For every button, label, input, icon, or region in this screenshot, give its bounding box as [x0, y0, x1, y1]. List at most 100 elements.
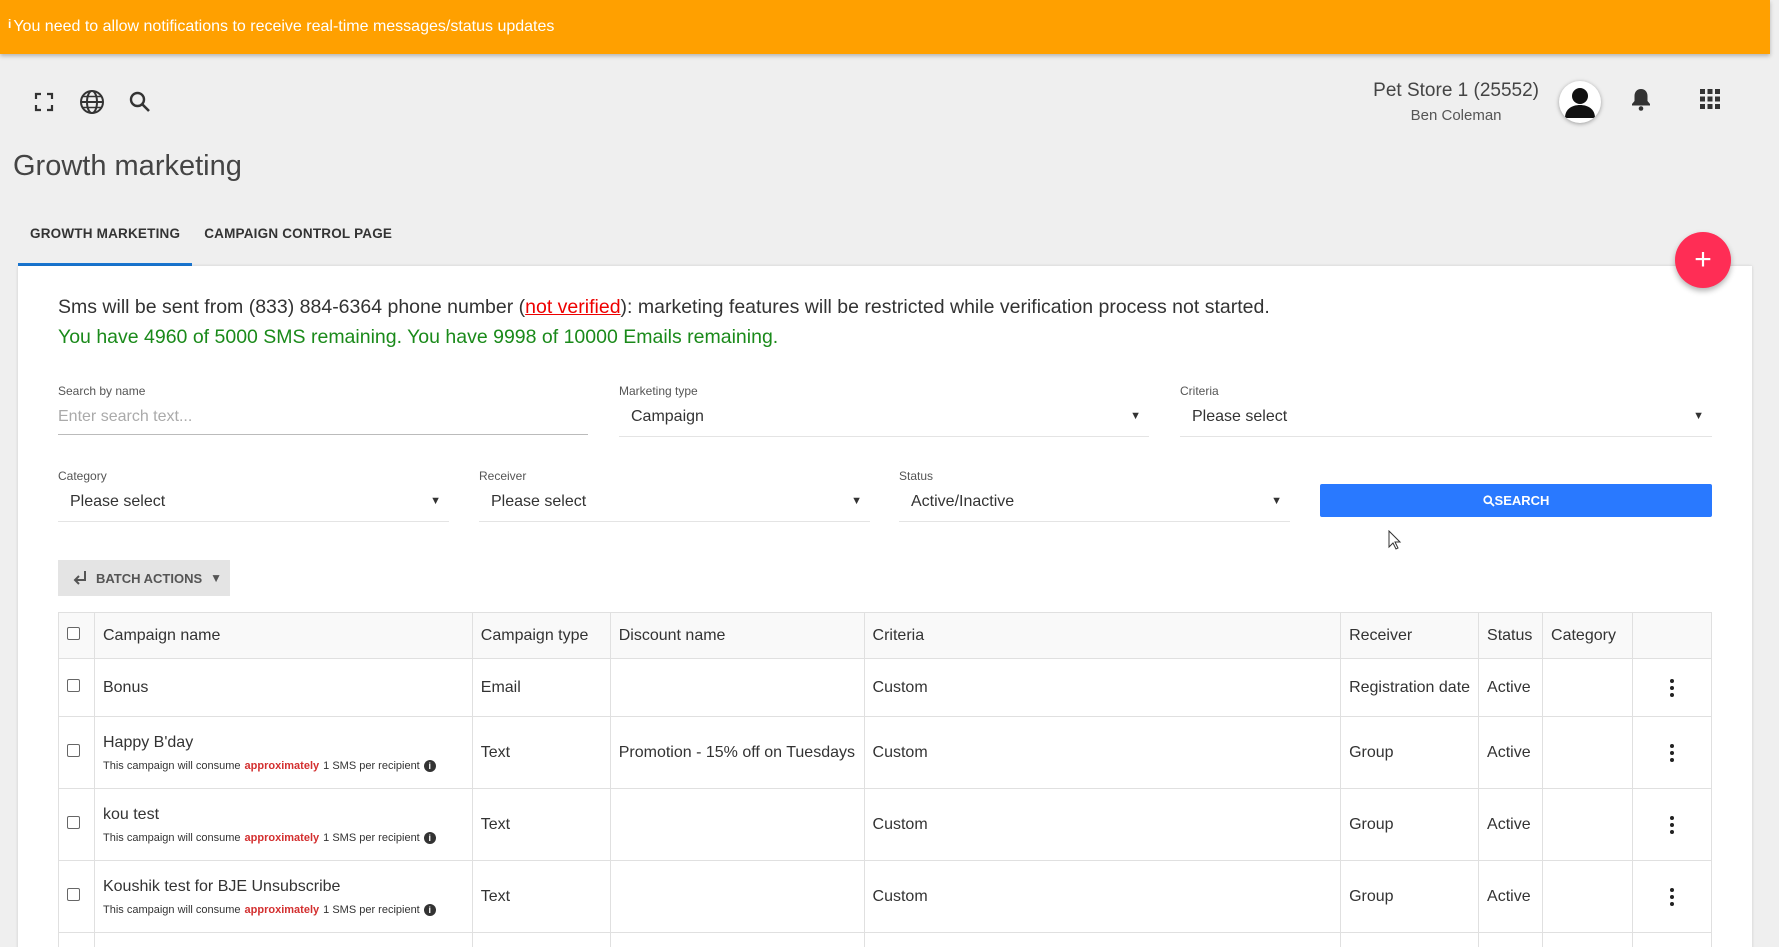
search-input[interactable] [58, 404, 588, 435]
search-icon [1482, 494, 1495, 507]
row-checkbox[interactable] [67, 815, 80, 829]
receiver-select[interactable]: Please select ▼ [479, 489, 870, 522]
campaign-name: kou test [102, 805, 160, 823]
apps-grid-icon[interactable] [1699, 88, 1721, 115]
receiver-value: Please select [491, 493, 587, 510]
campaign-name: Koushik test for BJE Unsubscribe [102, 877, 341, 895]
note-highlight: approximately [244, 903, 320, 916]
campaign-name: Bonus [93, 658, 473, 717]
marketing-type-field: Marketing type Campaign ▼ [619, 384, 1149, 437]
table-row[interactable] [58, 932, 1712, 947]
fullscreen-icon[interactable] [30, 88, 58, 116]
more-vert-icon[interactable] [1641, 743, 1703, 762]
search-icon[interactable] [126, 88, 154, 116]
campaign-type: Text [471, 716, 611, 789]
table-row[interactable]: Koushik test for BJE Unsubscribe This ca… [58, 860, 1712, 933]
status-select[interactable]: Active/Inactive ▼ [899, 489, 1290, 522]
batch-actions-label: BATCH ACTIONS [96, 570, 203, 586]
info-icon[interactable]: i [423, 831, 436, 844]
not-verified-link[interactable]: not verified [525, 296, 620, 318]
table-row[interactable]: Happy B'day This campaign will consume ap… [58, 716, 1712, 789]
more-vert-icon[interactable] [1641, 815, 1703, 834]
table-row[interactable]: Bonus Email Custom Registration date Act… [58, 658, 1712, 717]
marketing-type-select[interactable]: Campaign ▼ [619, 404, 1149, 437]
row-checkbox[interactable] [67, 743, 80, 757]
sms-consumption-note: This campaign will consume approximately 1… [102, 831, 464, 844]
info-icon[interactable]: i [423, 903, 436, 916]
campaign-type: Text [471, 788, 611, 861]
select-all-checkbox[interactable] [67, 626, 80, 640]
main-panel: Sms will be sent from (833) 884-6364 pho… [18, 266, 1752, 947]
column-header[interactable]: Criteria [863, 612, 1342, 659]
note-suffix: 1 SMS per recipient [323, 759, 420, 772]
criteria-label: Criteria [1180, 384, 1219, 398]
row-checkbox[interactable] [67, 678, 80, 692]
category [1542, 716, 1633, 789]
sms-info-prefix: Sms will be sent from (833) 884-6364 pho… [58, 296, 526, 318]
campaign-type: Text [471, 860, 611, 933]
category [1542, 788, 1633, 861]
more-vert-icon[interactable] [1641, 678, 1703, 697]
actions-header [1632, 612, 1712, 659]
sms-consumption-note: This campaign will consume approximately 1… [102, 759, 464, 772]
page-title: Growth marketing [13, 150, 242, 182]
search-button[interactable]: SEARCH [1320, 484, 1712, 517]
column-header[interactable]: Campaign type [471, 612, 611, 659]
criteria: Custom [863, 658, 1342, 717]
subdirectory-arrow-icon [73, 571, 86, 585]
note-prefix: This campaign will consume [102, 759, 241, 772]
caret-down-icon: ▼ [851, 495, 862, 507]
info-icon: i [8, 17, 12, 31]
column-header[interactable]: Status [1478, 612, 1544, 659]
note-prefix: This campaign will consume [102, 831, 241, 844]
column-header[interactable]: Receiver [1340, 612, 1480, 659]
search-field: Search by name [58, 384, 588, 435]
batch-actions-button[interactable]: BATCH ACTIONS ▼ [58, 560, 230, 596]
tab-growth-marketing[interactable]: GROWTH MARKETING [18, 214, 193, 266]
caret-down-icon: ▼ [1693, 410, 1704, 422]
criteria: Custom [863, 716, 1342, 789]
caret-down-icon: ▼ [1271, 495, 1282, 507]
marketing-type-label: Marketing type [619, 384, 698, 398]
discount-name [609, 788, 865, 861]
remaining-quota: You have 4960 of 5000 SMS remaining. You… [58, 326, 779, 348]
search-button-label: SEARCH [1494, 493, 1550, 508]
note-highlight: approximately [244, 831, 320, 844]
note-prefix: This campaign will consume [102, 903, 241, 916]
info-icon[interactable]: i [423, 759, 436, 772]
sms-info-suffix: ): marketing features will be restricted… [620, 296, 1270, 318]
search-label: Search by name [58, 384, 146, 398]
store-name: Pet Store 1 (25552) [1373, 80, 1539, 101]
tab-campaign-control-page[interactable]: CAMPAIGN CONTROL PAGE [192, 214, 404, 266]
bell-icon[interactable] [1630, 87, 1652, 116]
campaign-name-cell: kou test This campaign will consume appro… [93, 788, 473, 861]
globe-icon[interactable] [78, 88, 106, 116]
discount-name [609, 860, 865, 933]
more-vert-icon[interactable] [1641, 887, 1703, 906]
criteria-select[interactable]: Please select ▼ [1180, 404, 1712, 437]
status: Active [1478, 658, 1544, 717]
column-header[interactable]: Category [1542, 612, 1633, 659]
mouse-cursor-icon [1388, 530, 1402, 550]
column-header[interactable]: Campaign name [93, 612, 473, 659]
category-field: Category Please select ▼ [58, 469, 449, 522]
status: Active [1478, 860, 1544, 933]
campaign-name-cell: Happy B'day This campaign will consume ap… [93, 716, 473, 789]
store-info[interactable]: Pet Store 1 (25552) Ben Coleman [1373, 80, 1539, 124]
caret-down-icon: ▼ [1130, 410, 1141, 422]
table-header-row: Campaign name Campaign type Discount nam… [58, 612, 1712, 659]
receiver: Group [1340, 788, 1480, 861]
category-select[interactable]: Please select ▼ [58, 489, 449, 522]
receiver: Registration date [1340, 658, 1480, 717]
add-campaign-button[interactable]: + [1675, 232, 1731, 288]
select-all-cell [58, 612, 95, 659]
status-field: Status Active/Inactive ▼ [899, 469, 1290, 522]
tab-bar: GROWTH MARKETING CAMPAIGN CONTROL PAGE [18, 214, 404, 266]
row-checkbox[interactable] [67, 887, 80, 901]
note-suffix: 1 SMS per recipient [323, 831, 420, 844]
column-header[interactable]: Discount name [609, 612, 865, 659]
avatar[interactable] [1559, 81, 1601, 123]
table-row[interactable]: kou test This campaign will consume appro… [58, 788, 1712, 861]
user-icon [1565, 88, 1595, 118]
user-name: Ben Coleman [1410, 107, 1502, 124]
